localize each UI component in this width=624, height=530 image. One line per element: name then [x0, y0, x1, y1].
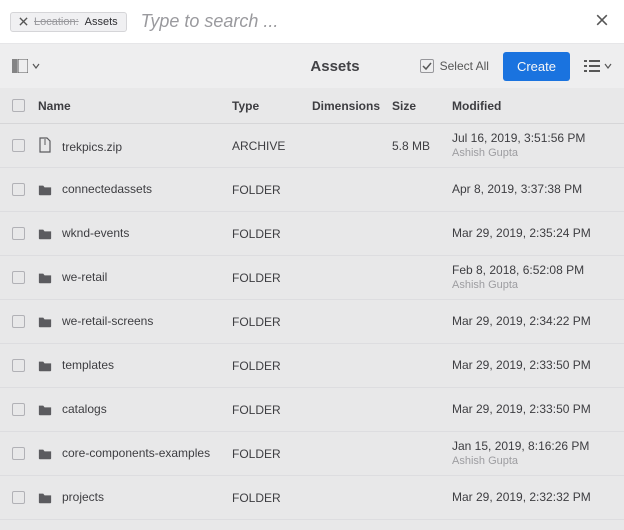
row-checkbox[interactable] — [12, 447, 25, 460]
select-all[interactable]: Select All — [420, 59, 489, 73]
table-row[interactable]: we-retail FOLDER Feb 8, 2018, 6:52:08 PMAs… — [0, 256, 624, 300]
row-modified: Mar 29, 2019, 2:33:50 PM — [452, 358, 612, 374]
row-type: FOLDER — [232, 315, 312, 329]
view-switcher[interactable] — [584, 59, 612, 73]
table-body: trekpics.zip ARCHIVE 5.8 MBJul 16, 2019, 3… — [0, 124, 624, 520]
close-search-icon[interactable] — [590, 7, 614, 37]
row-name: trekpics.zip — [62, 140, 122, 154]
row-checkbox[interactable] — [12, 139, 25, 152]
row-modified: Mar 29, 2019, 2:35:24 PM — [452, 226, 612, 242]
row-checkbox[interactable] — [12, 491, 25, 504]
chevron-down-icon — [604, 62, 612, 70]
location-chip-value: Assets — [85, 16, 118, 28]
row-type: FOLDER — [232, 271, 312, 285]
toolbar: Assets Select All Create — [0, 44, 624, 88]
col-size[interactable]: Size — [392, 99, 452, 113]
table-row[interactable]: trekpics.zip ARCHIVE 5.8 MBJul 16, 2019, 3… — [0, 124, 624, 168]
folder-icon — [38, 314, 52, 328]
folder-icon — [38, 402, 52, 416]
folder-icon — [38, 226, 52, 240]
row-modified-by: Ashish Gupta — [452, 454, 612, 468]
row-checkbox[interactable] — [12, 271, 25, 284]
row-modified-by: Ashish Gupta — [452, 278, 612, 292]
location-chip-label: Location: — [34, 16, 79, 28]
create-button[interactable]: Create — [503, 52, 570, 81]
table-row[interactable]: projects FOLDER Mar 29, 2019, 2:32:32 PM — [0, 476, 624, 520]
header-checkbox[interactable] — [12, 99, 25, 112]
row-checkbox[interactable] — [12, 403, 25, 416]
row-type: ARCHIVE — [232, 139, 312, 153]
row-type: FOLDER — [232, 359, 312, 373]
folder-icon — [38, 446, 52, 460]
folder-icon — [38, 182, 52, 196]
row-type: FOLDER — [232, 447, 312, 461]
search-input[interactable] — [141, 0, 590, 43]
row-modified: Mar 29, 2019, 2:32:32 PM — [452, 490, 612, 506]
row-modified: Jan 15, 2019, 8:16:26 PM — [452, 439, 612, 455]
row-checkbox[interactable] — [12, 359, 25, 372]
table-row[interactable]: connectedassets FOLDER Apr 8, 2019, 3:37:3… — [0, 168, 624, 212]
col-dimensions[interactable]: Dimensions — [312, 99, 392, 113]
table-row[interactable]: templates FOLDER Mar 29, 2019, 2:33:50 PM — [0, 344, 624, 388]
row-type: FOLDER — [232, 227, 312, 241]
row-modified-by: Ashish Gupta — [452, 146, 612, 160]
checkbox-icon — [420, 59, 434, 73]
archive-icon — [38, 138, 52, 152]
row-name: core-components-examples — [62, 447, 210, 461]
row-name: wknd-events — [62, 227, 129, 241]
row-checkbox[interactable] — [12, 183, 25, 196]
table-header: Name Type Dimensions Size Modified — [0, 88, 624, 124]
row-name: connectedassets — [62, 183, 152, 197]
row-name: catalogs — [62, 403, 107, 417]
row-checkbox[interactable] — [12, 227, 25, 240]
table-row[interactable]: wknd-events FOLDER Mar 29, 2019, 2:35:24 P… — [0, 212, 624, 256]
folder-icon — [38, 270, 52, 284]
row-type: FOLDER — [232, 183, 312, 197]
page-title: Assets — [310, 58, 359, 75]
row-type: FOLDER — [232, 403, 312, 417]
row-name: projects — [62, 491, 104, 505]
row-type: FOLDER — [232, 491, 312, 505]
row-name: we-retail — [62, 271, 107, 285]
row-modified: Mar 29, 2019, 2:34:22 PM — [452, 314, 612, 330]
row-modified: Apr 8, 2019, 3:37:38 PM — [452, 182, 612, 198]
row-modified: Feb 8, 2018, 6:52:08 PM — [452, 263, 612, 279]
table-row[interactable]: catalogs FOLDER Mar 29, 2019, 2:33:50 PM — [0, 388, 624, 432]
table-row[interactable]: we-retail-screens FOLDER Mar 29, 2019, 2:3… — [0, 300, 624, 344]
row-modified: Jul 16, 2019, 3:51:56 PM — [452, 131, 612, 147]
folder-icon — [38, 490, 52, 504]
row-name: we-retail-screens — [62, 315, 153, 329]
folder-icon — [38, 358, 52, 372]
row-modified: Mar 29, 2019, 2:33:50 PM — [452, 402, 612, 418]
select-all-label: Select All — [440, 59, 489, 73]
col-name[interactable]: Name — [38, 99, 232, 113]
search-bar: Location: Assets — [0, 0, 624, 44]
row-name: templates — [62, 359, 114, 373]
close-icon[interactable] — [19, 17, 28, 26]
row-size: 5.8 MB — [392, 139, 452, 153]
col-type[interactable]: Type — [232, 99, 312, 113]
chevron-down-icon — [32, 62, 40, 70]
row-checkbox[interactable] — [12, 315, 25, 328]
asset-table: Name Type Dimensions Size Modified trekp… — [0, 88, 624, 520]
location-chip[interactable]: Location: Assets — [10, 12, 127, 32]
col-modified[interactable]: Modified — [452, 99, 612, 113]
rail-toggle[interactable] — [12, 59, 40, 73]
table-row[interactable]: core-components-examples FOLDER Jan 15, 20… — [0, 432, 624, 476]
